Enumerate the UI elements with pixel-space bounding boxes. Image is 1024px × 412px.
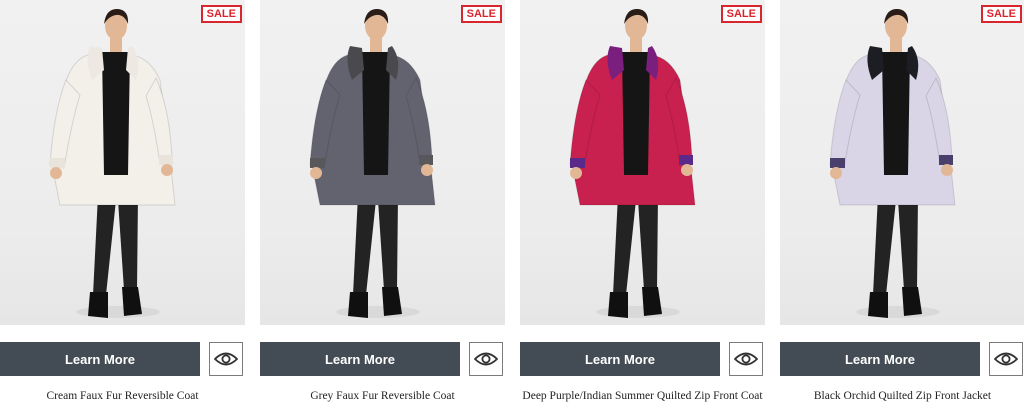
model-leg bbox=[613, 195, 636, 295]
model-hand bbox=[161, 164, 173, 176]
model-hand bbox=[570, 167, 582, 179]
product-name[interactable]: Cream Faux Fur Reversible Coat bbox=[0, 390, 255, 402]
product-image[interactable]: SALE bbox=[0, 0, 245, 325]
quick-view-button[interactable] bbox=[469, 342, 503, 376]
eye-icon bbox=[214, 352, 238, 366]
learn-more-button[interactable]: Learn More bbox=[0, 342, 200, 376]
model-hand bbox=[421, 164, 433, 176]
model-shoe bbox=[348, 292, 368, 318]
coat-cuff bbox=[939, 155, 953, 165]
product-name[interactable]: Grey Faux Fur Reversible Coat bbox=[250, 390, 515, 402]
model-hand bbox=[310, 167, 322, 179]
learn-more-button[interactable]: Learn More bbox=[260, 342, 460, 376]
model-leg bbox=[873, 195, 896, 295]
eye-icon bbox=[994, 352, 1018, 366]
model-leg bbox=[93, 195, 116, 295]
model-hand bbox=[681, 164, 693, 176]
product-name[interactable]: Black Orchid Quilted Zip Front Jacket bbox=[770, 390, 1024, 402]
sale-badge: SALE bbox=[460, 5, 502, 23]
sale-badge: SALE bbox=[980, 5, 1022, 23]
model-top bbox=[362, 52, 390, 175]
model-leg bbox=[638, 195, 658, 290]
quick-view-button[interactable] bbox=[989, 342, 1023, 376]
model-shoe bbox=[868, 292, 888, 318]
learn-more-button[interactable]: Learn More bbox=[780, 342, 980, 376]
eye-icon bbox=[474, 352, 498, 366]
coat-cuff bbox=[50, 158, 65, 168]
model-neck bbox=[890, 38, 902, 52]
product-card: SALE Learn More Black Orchid Quilted Zip… bbox=[780, 0, 1024, 412]
product-name[interactable]: Deep Purple/Indian Summer Quilted Zip Fr… bbox=[510, 390, 775, 402]
product-image[interactable]: SALE bbox=[780, 0, 1024, 325]
sale-badge: SALE bbox=[720, 5, 762, 23]
model-top bbox=[102, 52, 130, 175]
model-neck bbox=[370, 38, 382, 52]
quick-view-button[interactable] bbox=[209, 342, 243, 376]
product-image[interactable]: SALE bbox=[260, 0, 505, 325]
model-shoe bbox=[122, 287, 142, 316]
model-leg bbox=[898, 195, 918, 290]
model-neck bbox=[630, 38, 642, 52]
model-leg bbox=[378, 195, 398, 290]
learn-more-button[interactable]: Learn More bbox=[520, 342, 720, 376]
model-hand bbox=[830, 167, 842, 179]
model-neck bbox=[110, 38, 122, 52]
model-figure bbox=[829, 8, 956, 318]
sale-badge: SALE bbox=[200, 5, 242, 23]
model-figure bbox=[569, 8, 696, 318]
model-shoe bbox=[382, 287, 402, 316]
model-leg bbox=[118, 195, 138, 290]
product-image[interactable]: SALE bbox=[520, 0, 765, 325]
coat-cuff bbox=[679, 155, 693, 165]
coat-cuff bbox=[159, 155, 173, 165]
model-figure bbox=[49, 8, 176, 318]
model-hand bbox=[941, 164, 953, 176]
coat-cuff bbox=[419, 155, 433, 165]
model-shoe bbox=[902, 287, 922, 316]
quick-view-button[interactable] bbox=[729, 342, 763, 376]
model-leg bbox=[353, 195, 376, 295]
eye-icon bbox=[734, 352, 758, 366]
product-card: SALE Learn More Cream Faux Fur Reversibl… bbox=[0, 0, 245, 412]
model-top bbox=[882, 52, 910, 175]
coat-cuff bbox=[830, 158, 845, 168]
model-shoe bbox=[642, 287, 662, 316]
model-shoe bbox=[88, 292, 108, 318]
model-shoe bbox=[608, 292, 628, 318]
model-hand bbox=[50, 167, 62, 179]
model-top bbox=[622, 52, 650, 175]
coat-cuff bbox=[570, 158, 585, 168]
coat-cuff bbox=[310, 158, 325, 168]
product-card: SALE Learn More Grey Faux Fur Reversible… bbox=[260, 0, 505, 412]
product-grid: SALE Learn More Cream Faux Fur Reversibl… bbox=[0, 0, 1024, 412]
product-card: SALE Learn More Deep Purple/Indian Summe… bbox=[520, 0, 765, 412]
model-figure bbox=[309, 8, 436, 318]
